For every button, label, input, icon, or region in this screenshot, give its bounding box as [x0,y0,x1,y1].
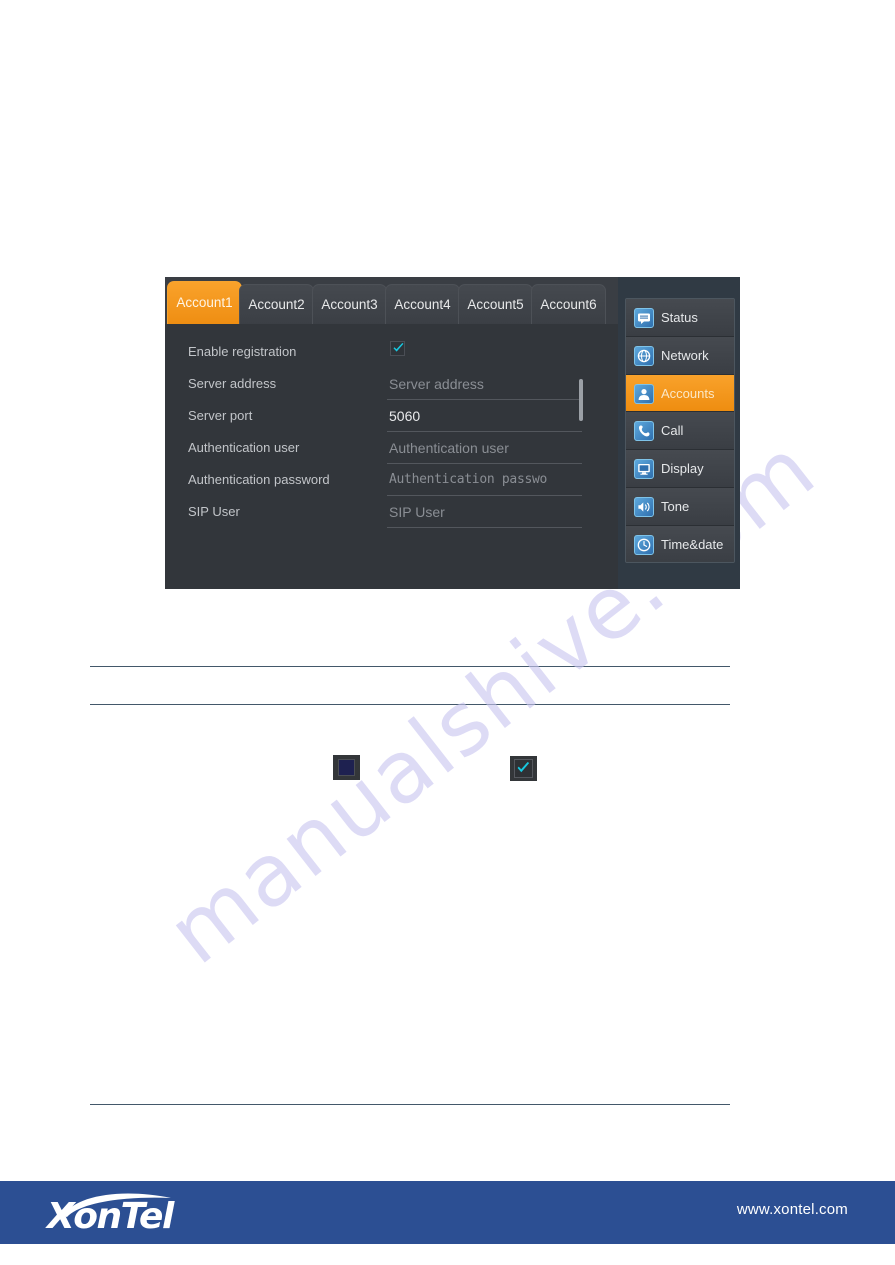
horizontal-rule-bottom [90,1104,730,1105]
menu-item-timedate-label: Time&date [661,536,724,552]
sip-user-input[interactable]: SIP User [387,500,582,528]
row-enable-registration: Enable registration [165,340,618,370]
xontel-logo-text: XonTel [47,1196,174,1237]
server-port-input[interactable]: 5060 [387,404,582,432]
menu-item-display-label: Display [661,461,704,477]
settings-menu-list: Status Network Accounts Call Display Ton… [625,298,735,563]
menu-item-tone-label: Tone [661,498,690,514]
label-enable-registration: Enable registration [188,344,297,359]
menu-item-status[interactable]: Status [626,299,734,337]
tab-account1[interactable]: Account1 [167,281,242,324]
menu-item-call-label: Call [661,423,684,439]
tab-account3[interactable]: Account3 [312,284,387,324]
account-settings-form: Enable registration Server address Serve… [165,324,618,589]
menu-item-time-and-date[interactable]: Time&date [626,525,734,562]
server-address-input[interactable]: Server address [387,372,582,400]
tab-account2[interactable]: Account2 [239,284,314,324]
horizontal-rule-top [90,666,730,667]
authentication-user-placeholder: Authentication user [389,440,509,456]
checkbox-checked-glyph [510,756,537,781]
account-tab-strip: Account1 Account2 Account3 Account4 Acco… [165,277,618,324]
tab-account1-label: Account1 [176,295,233,310]
check-mark-icon [517,762,530,773]
menu-item-tone[interactable]: Tone [626,487,734,526]
tab-account3-label: Account3 [321,297,378,312]
row-server-address: Server address Server address [165,372,618,402]
checkbox-unchecked-box [338,759,355,776]
horizontal-rule-middle [90,704,730,705]
server-address-placeholder: Server address [389,376,484,392]
tab-account4-label: Account4 [394,297,451,312]
globe-icon [634,345,654,366]
form-scrollbar-thumb[interactable] [579,379,583,421]
authentication-password-input[interactable]: Authentication passwo [387,468,582,496]
label-authentication-password: Authentication password [188,472,330,487]
menu-item-display[interactable]: Display [626,450,734,488]
authentication-user-input[interactable]: Authentication user [387,436,582,464]
page-watermark: manualshive.com [0,0,895,1265]
form-scrollbar-track[interactable] [579,379,583,584]
row-authentication-user: Authentication user Authentication user [165,436,618,466]
tab-account4[interactable]: Account4 [385,284,460,324]
label-server-port: Server port [188,408,253,423]
label-server-address: Server address [188,376,277,391]
footer-website-url: www.xontel.com [736,1201,848,1218]
row-server-port: Server port 5060 [165,404,618,434]
tab-account5-label: Account5 [467,297,524,312]
row-authentication-password: Authentication password Authentication p… [165,468,618,498]
speaker-icon [634,496,654,517]
checkbox-unchecked-glyph [333,755,360,780]
monitor-icon [634,459,654,480]
menu-item-status-label: Status [661,310,698,325]
menu-item-network-label: Network [661,347,709,363]
tab-account2-label: Account2 [248,297,305,312]
label-authentication-user: Authentication user [188,440,300,455]
menu-item-accounts-label: Accounts [661,385,715,401]
label-sip-user: SIP User [188,504,240,519]
checkbox-checked-box [514,759,533,778]
authentication-password-placeholder: Authentication passwo [389,472,548,487]
tab-account6[interactable]: Account6 [531,284,606,324]
message-icon [634,308,654,328]
row-sip-user: SIP User SIP User [165,500,618,530]
check-mark-icon [393,343,404,352]
settings-menu-column: Status Network Accounts Call Display Ton… [618,277,740,589]
menu-item-call[interactable]: Call [626,412,734,451]
phone-icon [634,421,654,442]
page-footer: XonTel www.xontel.com [0,1181,895,1244]
tab-account6-label: Account6 [540,297,597,312]
xontel-logo: XonTel [47,1186,217,1241]
enable-registration-checkbox[interactable] [390,341,405,356]
tab-account5[interactable]: Account5 [458,284,533,324]
sip-user-placeholder: SIP User [389,504,445,520]
menu-item-accounts[interactable]: Accounts [626,374,734,413]
user-icon [634,383,654,404]
clock-icon [634,534,654,555]
device-screenshot-panel: Account1 Account2 Account3 Account4 Acco… [165,277,740,589]
menu-item-network[interactable]: Network [626,336,734,375]
server-port-value: 5060 [389,408,421,424]
